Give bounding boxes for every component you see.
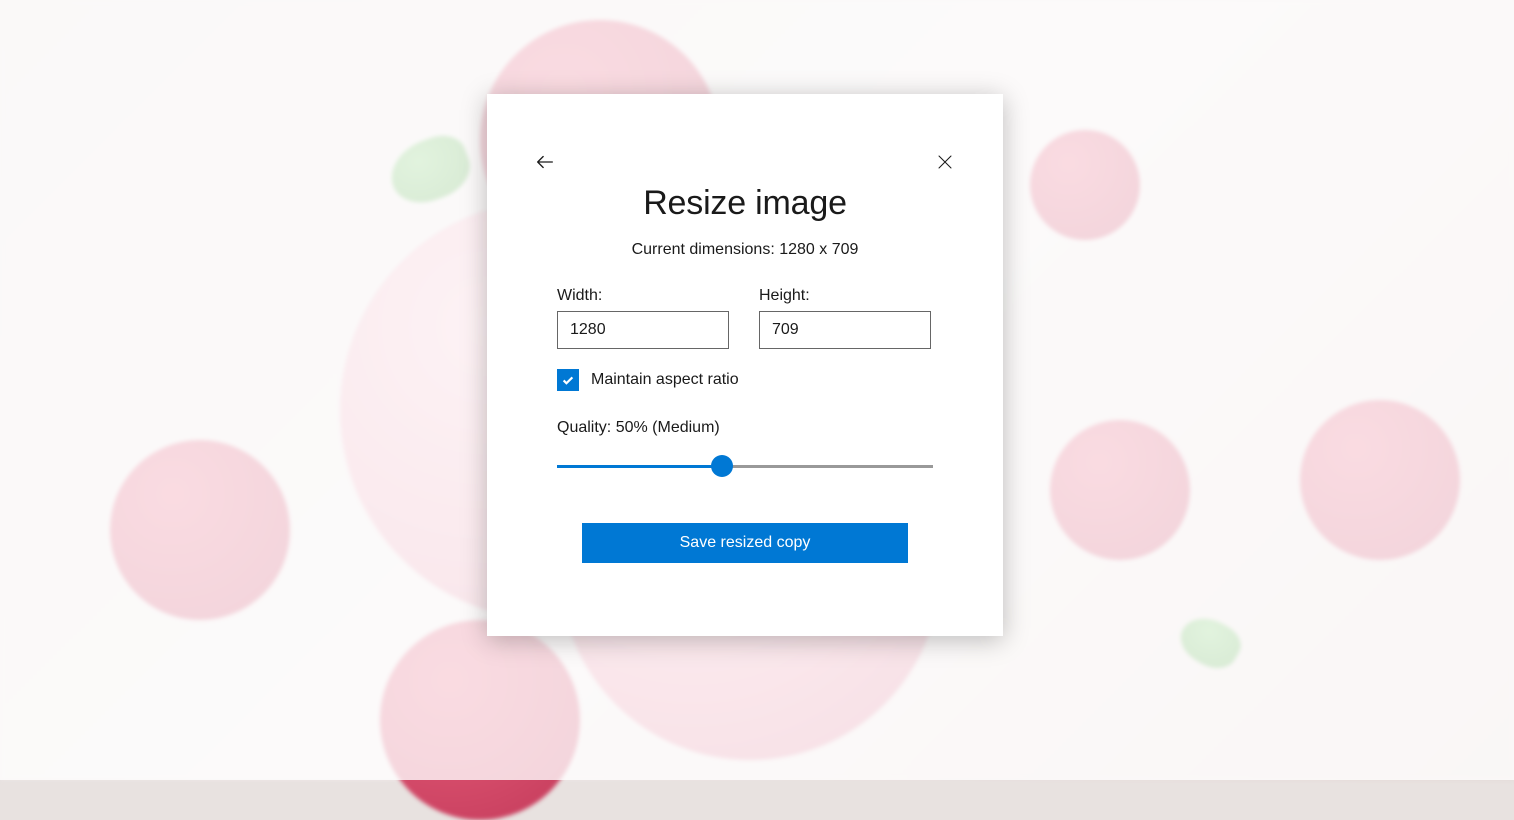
slider-thumb[interactable] bbox=[711, 455, 733, 477]
slider-fill bbox=[557, 465, 722, 468]
quality-section: Quality: 50% (Medium) bbox=[557, 419, 933, 479]
back-button[interactable] bbox=[525, 142, 565, 182]
resize-form: Width: Height: Maintain aspect ratio Qua… bbox=[487, 287, 1003, 563]
dimensions-row: Width: Height: bbox=[557, 287, 933, 349]
width-input[interactable] bbox=[557, 311, 729, 349]
quality-slider[interactable] bbox=[557, 455, 933, 479]
height-input[interactable] bbox=[759, 311, 931, 349]
arrow-left-icon bbox=[534, 151, 556, 173]
height-label: Height: bbox=[759, 287, 931, 305]
width-label: Width: bbox=[557, 287, 729, 305]
save-resized-copy-button[interactable]: Save resized copy bbox=[582, 523, 908, 563]
quality-label: Quality: 50% (Medium) bbox=[557, 419, 933, 437]
close-button[interactable] bbox=[925, 142, 965, 182]
resize-image-dialog: Resize image Current dimensions: 1280 x … bbox=[487, 94, 1003, 636]
aspect-ratio-label: Maintain aspect ratio bbox=[591, 371, 739, 389]
aspect-ratio-row: Maintain aspect ratio bbox=[557, 369, 933, 391]
height-field-group: Height: bbox=[759, 287, 931, 349]
close-icon bbox=[936, 153, 954, 171]
current-dimensions-text: Current dimensions: 1280 x 709 bbox=[487, 241, 1003, 259]
checkmark-icon bbox=[561, 373, 575, 387]
dialog-title: Resize image bbox=[487, 184, 1003, 223]
width-field-group: Width: bbox=[557, 287, 729, 349]
dialog-header bbox=[487, 94, 1003, 174]
aspect-ratio-checkbox[interactable] bbox=[557, 369, 579, 391]
